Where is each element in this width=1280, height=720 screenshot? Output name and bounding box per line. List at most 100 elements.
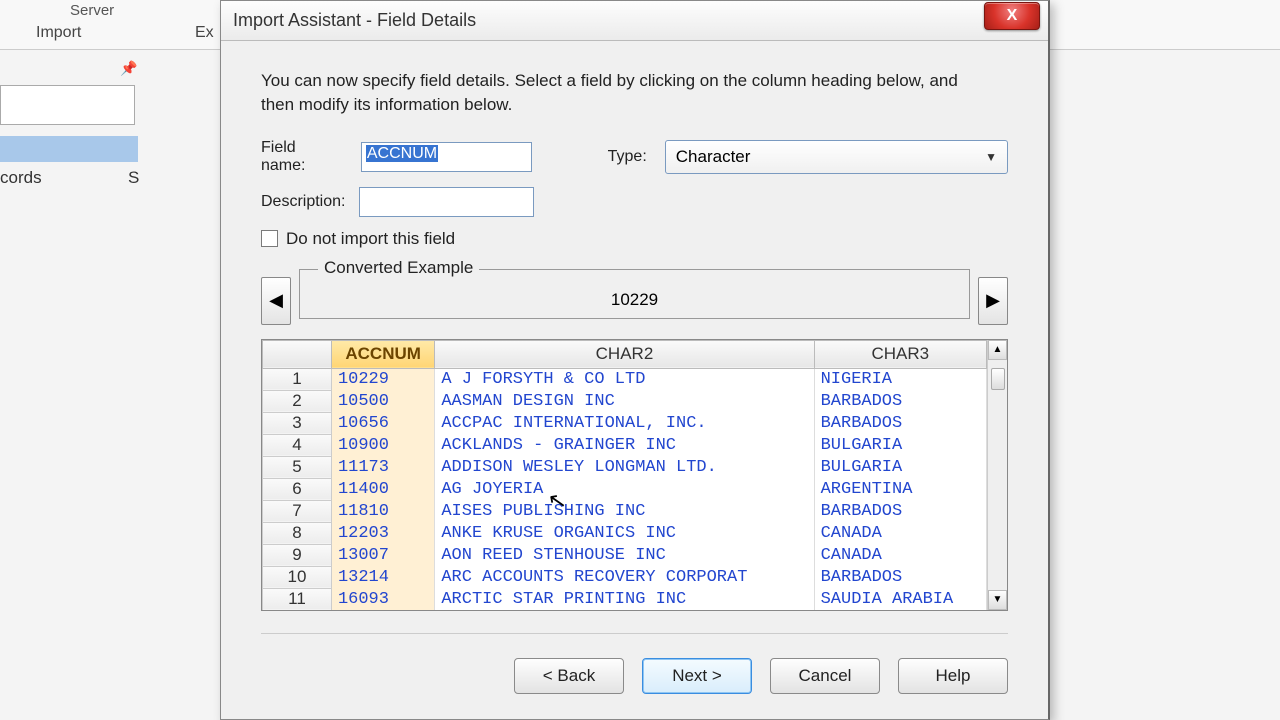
cell-char3: NIGERIA	[814, 368, 986, 390]
cell-char3: BULGARIA	[814, 456, 986, 478]
cell-accnum: 11173	[331, 456, 434, 478]
bg-search-input[interactable]	[0, 85, 135, 125]
table-row[interactable]: 913007AON REED STENHOUSE INCCANADA	[263, 544, 987, 566]
bg-selected-item[interactable]	[0, 136, 138, 162]
table-row[interactable]: 210500AASMAN DESIGN INCBARBADOS	[263, 390, 987, 412]
scroll-thumb[interactable]	[991, 368, 1005, 390]
bg-ex-label[interactable]: Ex	[195, 24, 214, 42]
row-number: 11	[263, 588, 332, 610]
cell-char2: ADDISON WESLEY LONGMAN LTD.	[435, 456, 814, 478]
close-button[interactable]: X	[984, 2, 1040, 30]
cell-accnum: 13007	[331, 544, 434, 566]
col-header-rownum[interactable]	[263, 340, 332, 368]
preview-table: ACCNUM CHAR2 CHAR3 110229A J FORSYTH & C…	[262, 340, 987, 610]
row-number: 3	[263, 412, 332, 434]
cell-char2: AON REED STENHOUSE INC	[435, 544, 814, 566]
dialog-titlebar: Import Assistant - Field Details X	[221, 1, 1048, 41]
row-number: 7	[263, 500, 332, 522]
field-name-input[interactable]: ACCNUM	[361, 142, 533, 172]
triangle-right-icon: ▶	[986, 290, 1000, 311]
cell-char2: ACCPAC INTERNATIONAL, INC.	[435, 412, 814, 434]
cell-char3: SAUDIA ARABIA	[814, 588, 986, 610]
table-row[interactable]: 110229A J FORSYTH & CO LTDNIGERIA	[263, 368, 987, 390]
table-row[interactable]: 611400AG JOYERIAARGENTINA	[263, 478, 987, 500]
row-number: 2	[263, 390, 332, 412]
do-not-import-label: Do not import this field	[286, 229, 455, 249]
row-number: 10	[263, 566, 332, 588]
cell-char2: ANKE KRUSE ORGANICS INC	[435, 522, 814, 544]
chevron-down-icon: ▼	[985, 150, 997, 164]
cell-char3: BARBADOS	[814, 500, 986, 522]
instruction-text: You can now specify field details. Selec…	[261, 69, 981, 117]
prev-field-button[interactable]: ◀	[261, 277, 291, 325]
back-button[interactable]: < Back	[514, 658, 624, 694]
cell-accnum: 11400	[331, 478, 434, 500]
bg-s-label: S	[128, 168, 139, 188]
type-value: Character	[676, 147, 751, 167]
do-not-import-checkbox[interactable]	[261, 230, 278, 247]
cell-char3: BARBADOS	[814, 566, 986, 588]
type-select[interactable]: Character ▼	[665, 140, 1008, 174]
cell-accnum: 10656	[331, 412, 434, 434]
cancel-button[interactable]: Cancel	[770, 658, 880, 694]
field-name-label: Field name:	[261, 139, 343, 175]
table-row[interactable]: 410900ACKLANDS - GRAINGER INCBULGARIA	[263, 434, 987, 456]
table-row[interactable]: 310656ACCPAC INTERNATIONAL, INC.BARBADOS	[263, 412, 987, 434]
vertical-scrollbar[interactable]: ▲ ▼	[987, 340, 1007, 610]
cell-accnum: 10229	[331, 368, 434, 390]
col-header-char2[interactable]: CHAR2	[435, 340, 814, 368]
table-row[interactable]: 711810AISES PUBLISHING INCBARBADOS	[263, 500, 987, 522]
cell-char2: AISES PUBLISHING INC	[435, 500, 814, 522]
description-label: Description:	[261, 193, 345, 211]
cell-char2: A J FORSYTH & CO LTD	[435, 368, 814, 390]
cell-char3: BARBADOS	[814, 390, 986, 412]
next-button[interactable]: Next >	[642, 658, 752, 694]
col-header-char3[interactable]: CHAR3	[814, 340, 986, 368]
table-row[interactable]: 511173ADDISON WESLEY LONGMAN LTD.BULGARI…	[263, 456, 987, 478]
row-number: 1	[263, 368, 332, 390]
row-number: 6	[263, 478, 332, 500]
table-row[interactable]: 1116093ARCTIC STAR PRINTING INCSAUDIA AR…	[263, 588, 987, 610]
preview-table-scroll: ACCNUM CHAR2 CHAR3 110229A J FORSYTH & C…	[262, 340, 987, 610]
table-row[interactable]: 1013214ARC ACCOUNTS RECOVERY CORPORATBAR…	[263, 566, 987, 588]
field-name-value: ACCNUM	[366, 145, 438, 162]
next-field-button[interactable]: ▶	[978, 277, 1008, 325]
row-number: 4	[263, 434, 332, 456]
cell-char3: BARBADOS	[814, 412, 986, 434]
cell-char2: ARC ACCOUNTS RECOVERY CORPORAT	[435, 566, 814, 588]
cell-char2: ARCTIC STAR PRINTING INC	[435, 588, 814, 610]
row-number: 8	[263, 522, 332, 544]
cell-accnum: 10900	[331, 434, 434, 456]
converted-example-area: ◀ Converted Example 10229 ▶	[261, 269, 1008, 319]
scroll-up-icon[interactable]: ▲	[988, 340, 1007, 360]
cell-char3: CANADA	[814, 544, 986, 566]
help-button[interactable]: Help	[898, 658, 1008, 694]
cell-accnum: 11810	[331, 500, 434, 522]
bg-records-label: cords	[0, 168, 42, 188]
cell-char2: AASMAN DESIGN INC	[435, 390, 814, 412]
cell-accnum: 13214	[331, 566, 434, 588]
dialog-title: Import Assistant - Field Details	[233, 10, 476, 31]
cell-char3: BULGARIA	[814, 434, 986, 456]
pin-icon[interactable]: 📌	[120, 60, 138, 78]
cell-accnum: 10500	[331, 390, 434, 412]
type-label: Type:	[608, 148, 647, 166]
converted-example-box: Converted Example 10229	[299, 269, 970, 319]
triangle-left-icon: ◀	[269, 290, 283, 311]
scroll-down-icon[interactable]: ▼	[988, 590, 1007, 610]
table-row[interactable]: 812203ANKE KRUSE ORGANICS INCCANADA	[263, 522, 987, 544]
import-assistant-dialog: Import Assistant - Field Details X You c…	[220, 0, 1050, 720]
row-number: 9	[263, 544, 332, 566]
bg-server-label: Server	[70, 2, 114, 19]
dialog-button-row: < Back Next > Cancel Help	[261, 633, 1008, 694]
close-icon: X	[1007, 7, 1018, 25]
preview-table-wrap: ACCNUM CHAR2 CHAR3 110229A J FORSYTH & C…	[261, 339, 1008, 611]
cell-accnum: 12203	[331, 522, 434, 544]
col-header-accnum[interactable]: ACCNUM	[331, 340, 434, 368]
cell-char2: ACKLANDS - GRAINGER INC	[435, 434, 814, 456]
cell-char3: CANADA	[814, 522, 986, 544]
bg-import-label[interactable]: Import	[36, 24, 81, 42]
cell-accnum: 16093	[331, 588, 434, 610]
converted-example-value: 10229	[611, 290, 658, 309]
description-input[interactable]	[359, 187, 534, 217]
